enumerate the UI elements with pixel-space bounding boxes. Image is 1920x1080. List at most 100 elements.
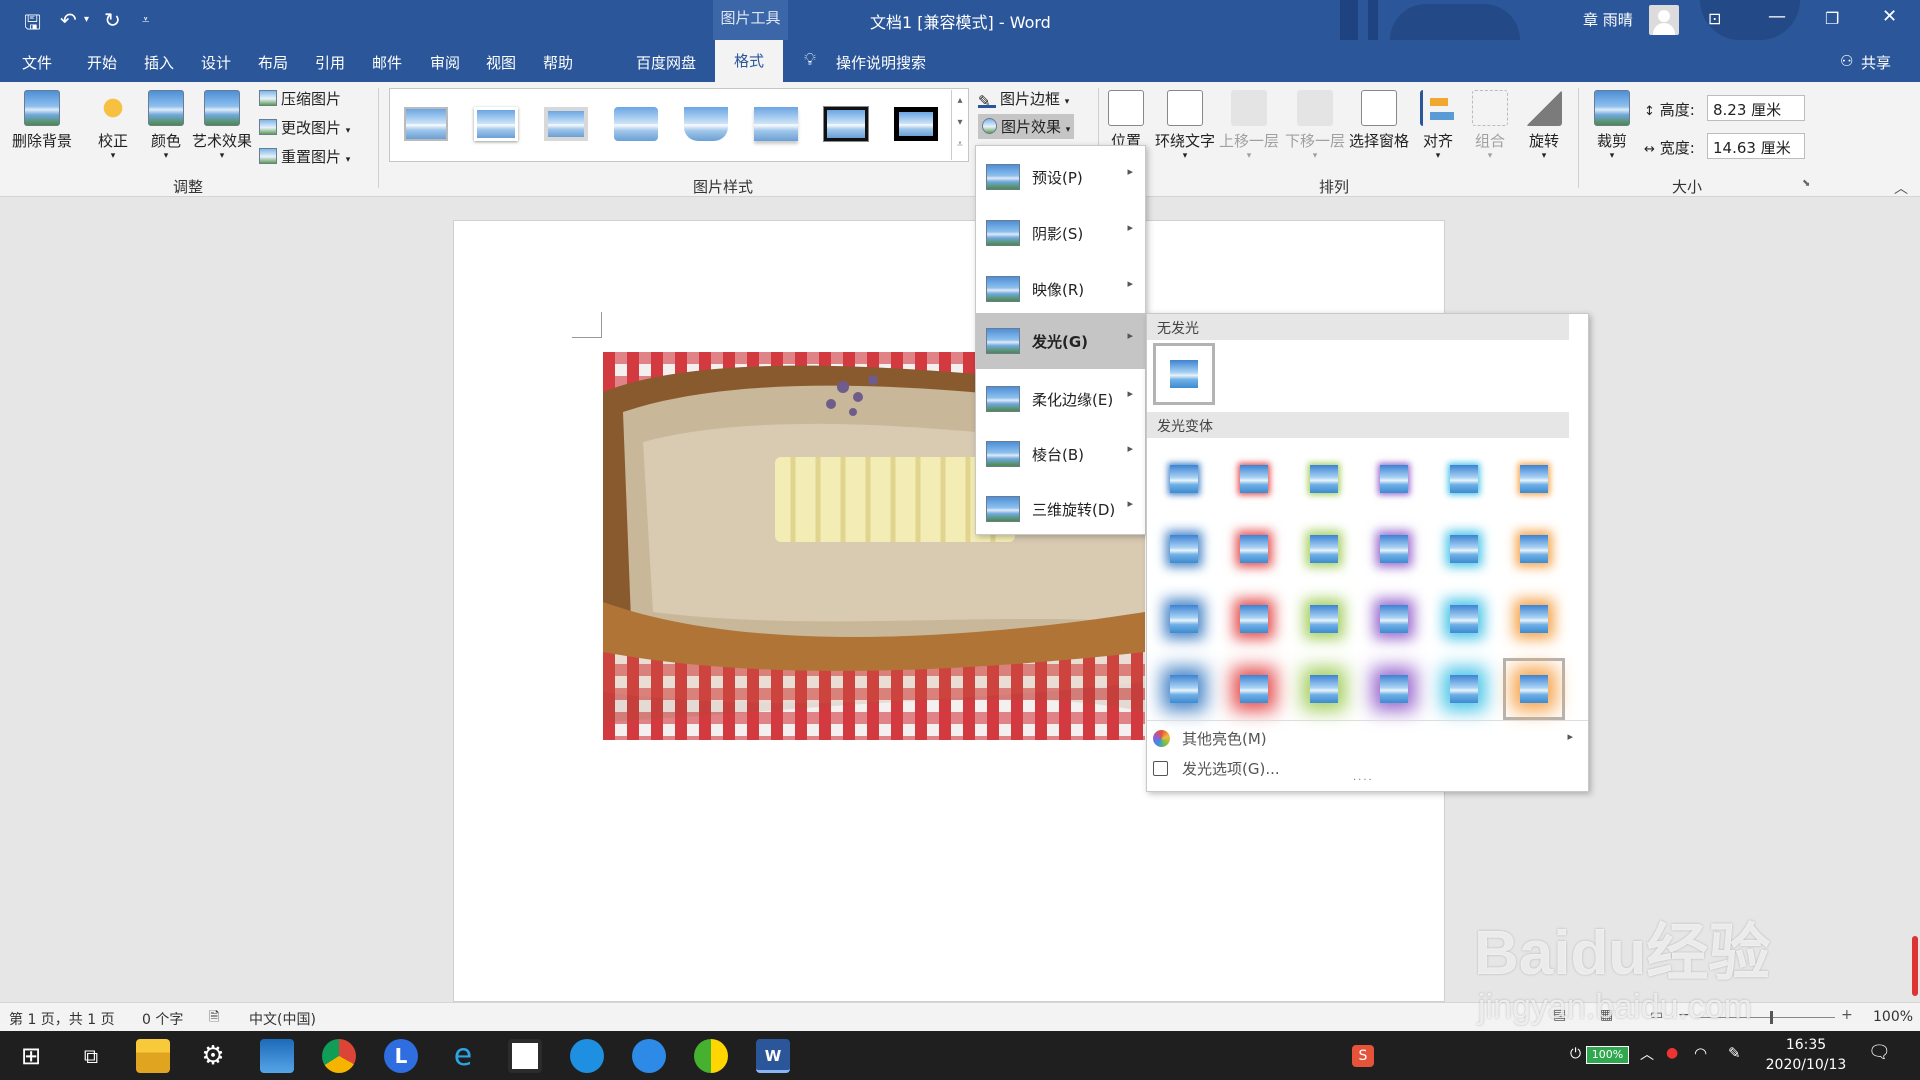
menu-item-glow[interactable]: 发光(G) ▸ <box>976 313 1145 369</box>
tab-design[interactable]: 设计 <box>201 52 231 73</box>
redo-icon[interactable]: ↻ <box>104 8 121 32</box>
menu-item-shadow[interactable]: 阴影(S) ▸ <box>976 208 1145 258</box>
wps-icon[interactable]: S <box>1352 1045 1374 1067</box>
zoom-level[interactable]: 100% <box>1873 1009 1913 1025</box>
picture-style-3[interactable] <box>544 107 588 141</box>
selection-pane-button[interactable]: 选择窗格 <box>1348 90 1410 151</box>
picture-style-5[interactable] <box>684 107 728 141</box>
picture-style-8[interactable] <box>894 107 938 141</box>
picture-style-1[interactable] <box>404 107 448 141</box>
glow-variant-cyan-1[interactable] <box>1433 448 1495 510</box>
tell-me-search[interactable]: 操作说明搜索 <box>836 52 926 73</box>
tab-home[interactable]: 开始 <box>87 52 117 73</box>
remove-background-button[interactable]: 删除背景 <box>10 90 74 151</box>
tab-format[interactable]: 格式 <box>715 40 783 82</box>
glow-variant-cyan-4[interactable] <box>1433 658 1495 720</box>
change-picture-button[interactable]: 更改图片 ▾ <box>259 117 350 138</box>
glow-variant-cyan-3[interactable] <box>1433 588 1495 650</box>
restore-icon[interactable]: ❐ <box>1825 9 1839 28</box>
glow-variant-blue-4[interactable] <box>1153 658 1215 720</box>
customize-quick-access-icon[interactable]: ⩡ <box>142 13 149 28</box>
tab-insert[interactable]: 插入 <box>144 52 174 73</box>
tab-review[interactable]: 审阅 <box>430 52 460 73</box>
settings-icon[interactable]: ⚙ <box>196 1039 230 1073</box>
wrap-text-button[interactable]: 环绕文字 ▾ <box>1152 90 1218 161</box>
gallery-scroll[interactable]: ▴ ▾ ⩡ <box>951 90 968 160</box>
glow-variant-red-1[interactable] <box>1223 448 1285 510</box>
glow-variant-orange-1[interactable] <box>1503 448 1565 510</box>
pen-icon[interactable]: ✎ <box>1728 1044 1741 1062</box>
glow-variant-cyan-2[interactable] <box>1433 518 1495 580</box>
zoom-slider-thumb[interactable] <box>1770 1011 1773 1024</box>
glow-variant-purple-1[interactable] <box>1363 448 1425 510</box>
minimize-icon[interactable]: — <box>1768 6 1786 27</box>
menu-item-3d-rotation[interactable]: 三维旋转(D) ▸ <box>976 484 1145 534</box>
avatar[interactable] <box>1649 5 1679 35</box>
bring-forward-button[interactable]: 上移一层 ▾ <box>1218 90 1280 161</box>
action-center-icon[interactable]: 🗨︎ <box>1868 1042 1891 1063</box>
menu-item-reflection[interactable]: 映像(R) ▸ <box>976 264 1145 314</box>
clock-date[interactable]: 2020/10/13 <box>1762 1057 1850 1073</box>
glow-variant-red-2[interactable] <box>1223 518 1285 580</box>
collapse-ribbon-icon[interactable]: ︿ <box>1894 178 1908 198</box>
height-input[interactable]: 8.23 厘米 <box>1707 95 1805 121</box>
tab-baidu-netdisk[interactable]: 百度网盘 <box>636 52 696 73</box>
task-view-icon[interactable]: ⧉ <box>74 1039 108 1073</box>
position-button[interactable]: 位置 <box>1106 90 1146 151</box>
reset-picture-button[interactable]: 重置图片 ▾ <box>259 146 350 167</box>
glow-variant-orange-4[interactable] <box>1503 658 1565 720</box>
picture-effects-button[interactable]: 图片效果 ▾ <box>978 114 1075 139</box>
glow-variant-red-4[interactable] <box>1223 658 1285 720</box>
save-icon[interactable]: 🖫 <box>24 8 41 42</box>
corrections-button[interactable]: 校正 ▾ <box>90 90 136 161</box>
width-input[interactable]: 14.63 厘米 <box>1707 133 1805 159</box>
ribbon-display-options-icon[interactable]: ⊡ <box>1708 9 1721 28</box>
glow-variant-red-3[interactable] <box>1223 588 1285 650</box>
picture-style-2[interactable] <box>474 107 518 141</box>
store-icon[interactable] <box>508 1039 542 1073</box>
color-button[interactable]: 颜色 ▾ <box>143 90 189 161</box>
picture-style-6[interactable] <box>754 107 798 141</box>
glow-variant-green-2[interactable] <box>1293 518 1355 580</box>
bluetooth-app-icon[interactable] <box>632 1039 666 1073</box>
power-plug-icon[interactable]: ⏻ <box>1570 1046 1581 1062</box>
glow-variant-purple-2[interactable] <box>1363 518 1425 580</box>
tab-file[interactable]: 文件 <box>22 52 52 73</box>
tab-mailings[interactable]: 邮件 <box>372 52 402 73</box>
glow-variant-green-4[interactable] <box>1293 658 1355 720</box>
proofing-icon[interactable]: 🗎 <box>209 1008 219 1030</box>
close-icon[interactable]: ✕ <box>1882 6 1897 27</box>
picture-style-4[interactable] <box>614 107 658 141</box>
picture-border-button[interactable]: ✎ 图片边框 ▾ <box>978 88 1069 110</box>
crop-button[interactable]: 裁剪 ▾ <box>1592 90 1632 161</box>
rotate-button[interactable]: 旋转 ▾ <box>1524 90 1564 161</box>
picture-style-7[interactable] <box>823 106 869 142</box>
edge-legacy-icon[interactable]: e <box>446 1039 480 1073</box>
user-name[interactable]: 章 雨晴 <box>1583 9 1633 30</box>
word-count[interactable]: 0 个字 <box>142 1009 183 1029</box>
word-taskbar-icon[interactable]: W <box>756 1039 790 1073</box>
l-app-icon[interactable]: L <box>384 1039 418 1073</box>
menu-item-preset[interactable]: 预设(P) ▸ <box>976 152 1145 202</box>
share-icon[interactable]: ⚇ <box>1840 52 1853 70</box>
zoom-in-icon[interactable]: + <box>1841 1007 1853 1023</box>
glow-variant-purple-4[interactable] <box>1363 658 1425 720</box>
compress-pictures-button[interactable]: 压缩图片 <box>259 88 341 109</box>
photos-icon[interactable] <box>260 1039 294 1073</box>
clock-time[interactable]: 16:35 <box>1762 1037 1850 1053</box>
glow-variant-blue-2[interactable] <box>1153 518 1215 580</box>
battery-indicator[interactable]: 100% <box>1586 1046 1629 1064</box>
undo-icon[interactable]: ↶ <box>60 8 77 32</box>
no-glow-option[interactable] <box>1153 343 1215 405</box>
language[interactable]: 中文(中国) <box>249 1009 316 1029</box>
chrome-icon[interactable] <box>322 1039 356 1073</box>
file-explorer-icon[interactable] <box>136 1039 170 1073</box>
undo-dropdown-icon[interactable]: ▾ <box>84 14 89 25</box>
tab-references[interactable]: 引用 <box>315 52 345 73</box>
glow-variant-blue-3[interactable] <box>1153 588 1215 650</box>
align-button[interactable]: 对齐 ▾ <box>1418 90 1458 161</box>
tray-expand-icon[interactable]: ︿ <box>1640 1044 1654 1064</box>
start-icon[interactable]: ⊞ <box>14 1039 48 1073</box>
iqiyi-icon[interactable] <box>694 1039 728 1073</box>
glow-variant-green-3[interactable] <box>1293 588 1355 650</box>
